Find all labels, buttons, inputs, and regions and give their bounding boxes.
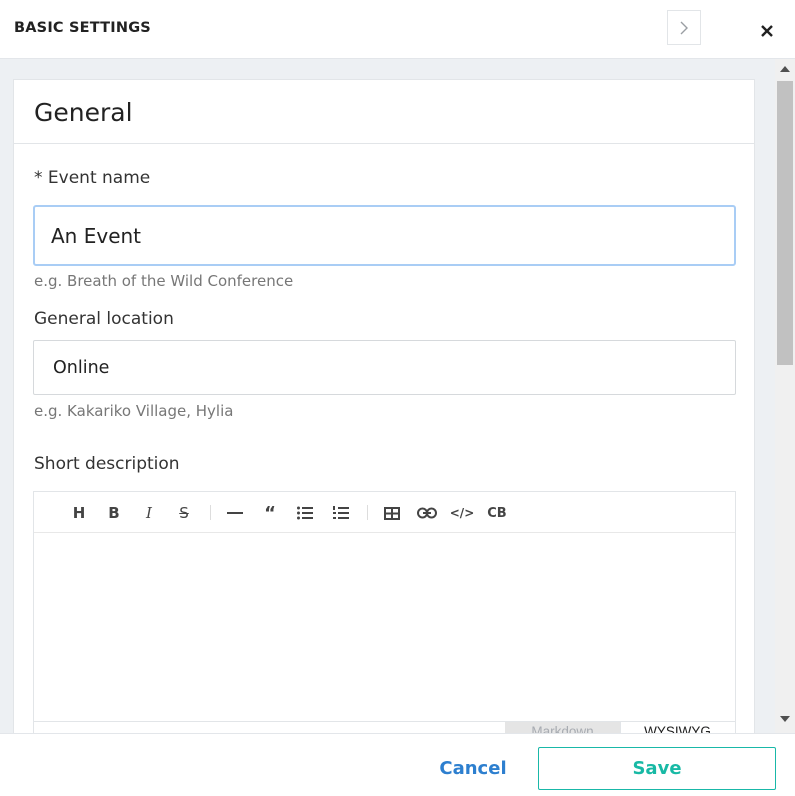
italic-icon[interactable]: I <box>138 502 160 524</box>
heading-icon[interactable]: H <box>68 502 90 524</box>
close-icon <box>761 25 773 37</box>
wysiwyg-mode-tab[interactable]: WYSIWYG <box>620 722 734 733</box>
codeblock-icon[interactable]: CB <box>486 502 508 524</box>
link-icon[interactable] <box>416 502 438 524</box>
general-location-input[interactable] <box>33 340 736 395</box>
code-icon[interactable]: </> <box>450 502 475 524</box>
next-button[interactable] <box>667 10 701 45</box>
scroll-down-icon[interactable] <box>780 716 790 722</box>
close-button[interactable] <box>756 20 778 42</box>
bullet-list-icon[interactable] <box>294 502 316 524</box>
scrollbar-thumb[interactable] <box>777 81 793 365</box>
editor-mode-switch: Markdown WYSIWYG <box>34 721 735 733</box>
card-header: General <box>14 80 754 144</box>
numbered-list-icon[interactable] <box>330 502 352 524</box>
general-card: General * Event name e.g. Breath of the … <box>13 79 755 733</box>
dialog-title: BASIC SETTINGS <box>14 20 151 36</box>
horizontal-rule-icon[interactable] <box>224 502 246 524</box>
scroll-up-icon[interactable] <box>780 66 790 72</box>
event-name-input[interactable] <box>33 205 736 266</box>
strikethrough-icon[interactable]: S <box>173 502 195 524</box>
cancel-button[interactable]: Cancel <box>432 748 514 788</box>
general-location-label: General location <box>34 309 174 329</box>
chevron-right-icon <box>680 21 688 34</box>
dialog-header: BASIC SETTINGS <box>0 0 795 59</box>
editor-text-area[interactable] <box>34 533 735 717</box>
event-name-label: * Event name <box>34 168 151 188</box>
vertical-scrollbar[interactable] <box>775 59 795 733</box>
toolbar-separator <box>367 505 368 520</box>
editor-toolbar: H B I S “ </> CB <box>34 492 735 533</box>
markdown-editor: H B I S “ </> CB Markdown WYSIWYG <box>33 491 736 733</box>
markdown-mode-tab[interactable]: Markdown <box>505 722 620 733</box>
card-title: General <box>34 98 133 127</box>
table-icon[interactable] <box>381 502 403 524</box>
settings-scroll-area: General * Event name e.g. Breath of the … <box>0 59 775 733</box>
general-location-hint: e.g. Kakariko Village, Hylia <box>34 402 234 420</box>
toolbar-separator <box>210 505 211 520</box>
save-button[interactable]: Save <box>538 747 776 790</box>
bold-icon[interactable]: B <box>103 502 125 524</box>
quote-icon[interactable]: “ <box>259 502 281 524</box>
dialog-footer: Cancel Save <box>0 733 795 796</box>
event-name-hint: e.g. Breath of the Wild Conference <box>34 272 294 290</box>
short-description-label: Short description <box>34 454 180 474</box>
